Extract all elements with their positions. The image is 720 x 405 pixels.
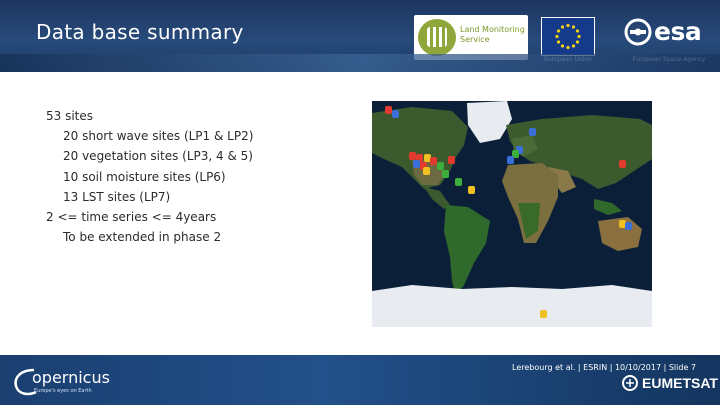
summary-line-time-series: 2 <= time series <= 4years [46,209,217,224]
land-monitoring-emblem-icon [418,19,456,56]
esa-label: European Space Agency [632,56,706,63]
footer-credit: Lerebourg et al. | ESRIN | 10/10/2017 | … [512,363,696,372]
land-monitoring-logo-text: Land Monitoring Service [460,25,525,44]
summary-line-soil-moisture: 10 soil moisture sites (LP6) [63,169,226,184]
summary-line-lst: 13 LST sites (LP7) [63,189,171,204]
eumetsat-emblem-icon [622,375,638,391]
copernicus-logo-text: opernicus [32,368,110,387]
summary-line-short-wave: 20 short wave sites (LP1 & LP2) [63,129,254,144]
summary-line-total-sites: 53 sites [46,109,94,123]
eumetsat-logo-text: EUMETSAT [642,375,718,391]
copernicus-tagline: Europe's eyes on Earth [34,388,92,394]
summary-list: 53 sites 20 short wave sites (LP1 & LP2)… [46,106,253,247]
summary-line-vegetation: 20 vegetation sites (LP3, 4 & 5) [63,149,253,164]
header-banner: Data base summary Land Monitoring Servic… [0,0,720,72]
esa-emblem-icon [624,18,652,46]
land-monitoring-logo: Land Monitoring Service [414,15,528,60]
slide-title: Data base summary [36,20,244,44]
eu-flag-icon [541,17,595,56]
world-map-sites [372,101,652,327]
summary-line-phase-2: To be extended in phase 2 [63,230,222,245]
esa-logo-text: esa [654,17,702,46]
eu-label: European Union [544,56,592,63]
